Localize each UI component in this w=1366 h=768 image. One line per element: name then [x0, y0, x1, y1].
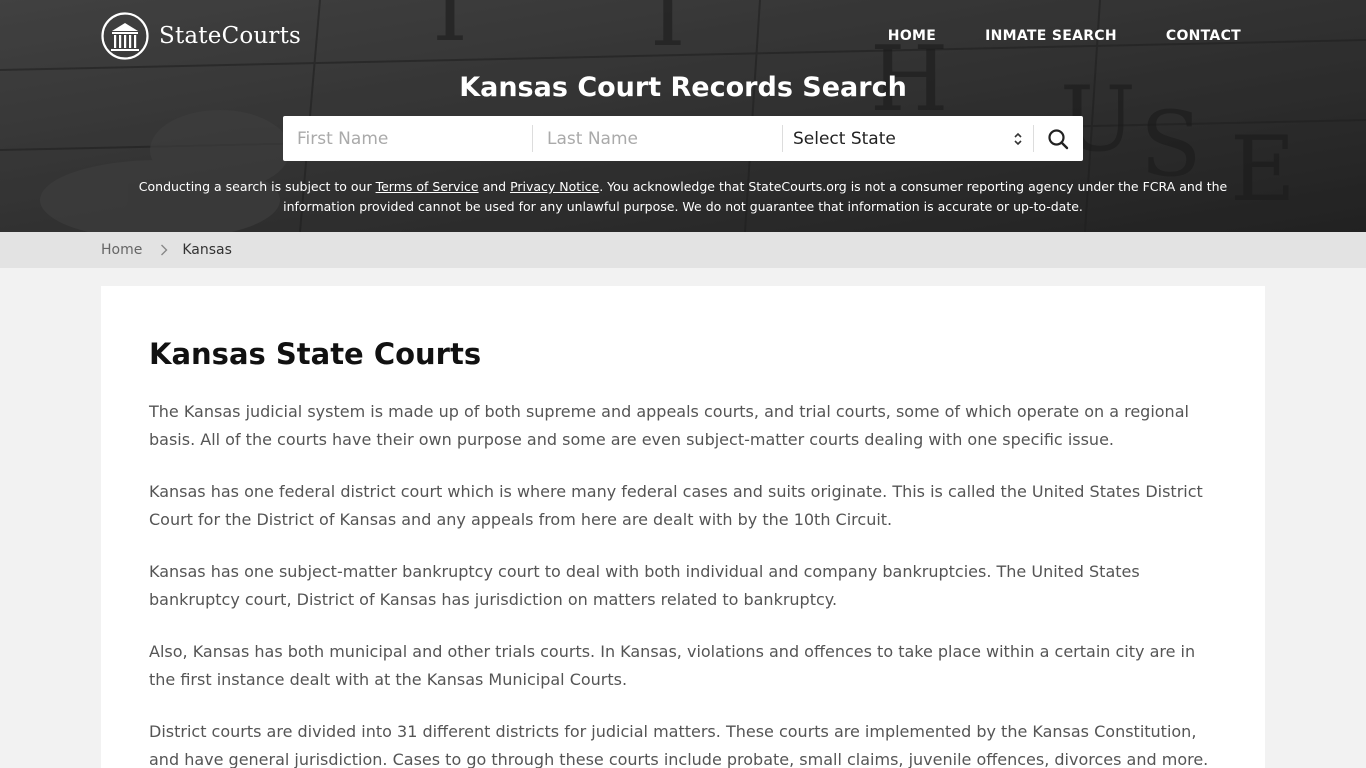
breadcrumb: Home Kansas [101, 232, 232, 268]
breadcrumb-home[interactable]: Home [101, 242, 142, 258]
state-select[interactable]: Select State [783, 116, 1033, 161]
terms-of-service-link[interactable]: Terms of Service [376, 179, 479, 194]
chevron-right-icon [161, 244, 168, 256]
content-paragraph: Kansas has one subject-matter bankruptcy… [149, 562, 1140, 609]
hero-title: Kansas Court Records Search [459, 72, 907, 103]
content-paragraph: Also, Kansas has both municipal and othe… [149, 642, 1196, 689]
content-body: The Kansas judicial system is made up of… [149, 398, 1219, 768]
courthouse-icon [101, 12, 149, 60]
page-title: Kansas State Courts [149, 337, 482, 371]
logo-text: StateCourts [159, 23, 302, 49]
search-icon [1048, 128, 1069, 149]
main-nav: HOME INMATE SEARCH CONTACT [888, 26, 1241, 46]
privacy-notice-link[interactable]: Privacy Notice [510, 179, 599, 194]
statecourts-logo[interactable]: StateCourts [101, 12, 301, 60]
select-updown-icon [1014, 132, 1022, 145]
content-paragraph: District courts are divided into 31 diff… [149, 722, 1209, 768]
search-form: Select State [283, 116, 1083, 161]
search-disclaimer: Conducting a search is subject to our Te… [120, 177, 1246, 217]
first-name-input[interactable] [283, 116, 532, 161]
content-paragraph: Kansas has one federal district court wh… [149, 482, 1203, 529]
breadcrumb-current: Kansas [182, 242, 232, 258]
nav-home[interactable]: HOME [888, 26, 936, 46]
breadcrumb-bar: Home Kansas [0, 232, 1366, 268]
search-button[interactable] [1034, 116, 1082, 161]
disclaimer-text: Conducting a search is subject to our [138, 179, 376, 194]
content-paragraph: The Kansas judicial system is made up of… [149, 402, 1189, 449]
nav-contact[interactable]: CONTACT [1166, 26, 1241, 46]
nav-inmate-search[interactable]: INMATE SEARCH [985, 26, 1117, 46]
state-select-value: Select State [793, 128, 896, 149]
last-name-input[interactable] [533, 116, 782, 161]
disclaimer-text: and [478, 179, 511, 194]
content-card: Kansas State Courts The Kansas judicial … [101, 286, 1265, 768]
